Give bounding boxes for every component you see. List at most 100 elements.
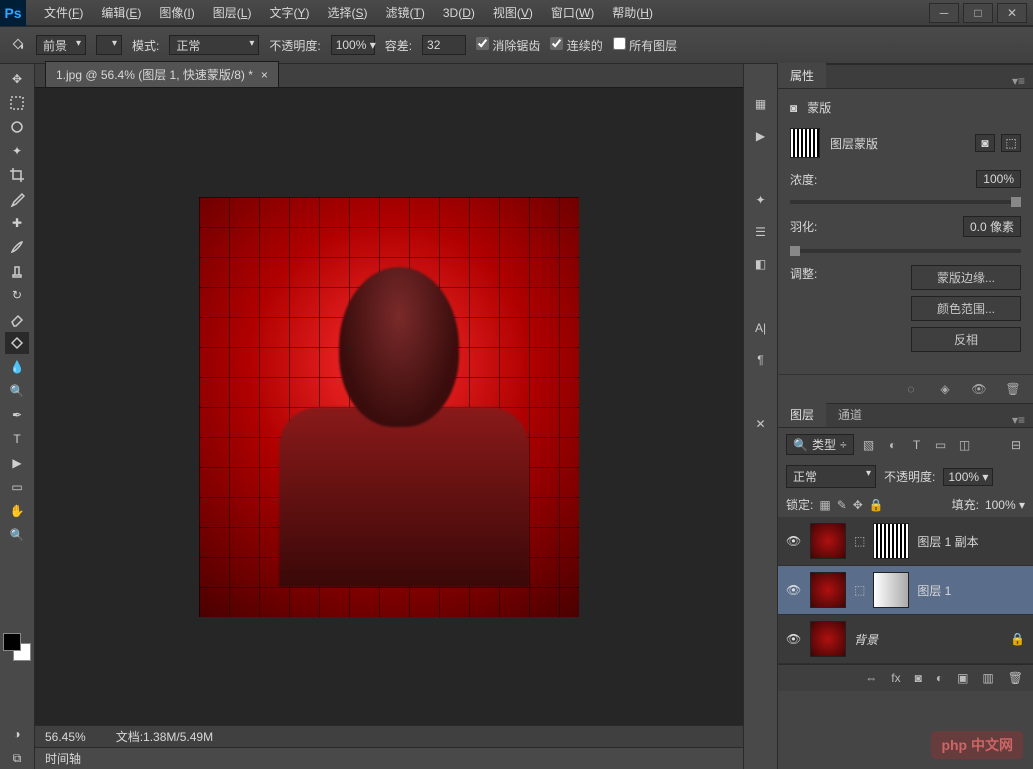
- canvas[interactable]: [199, 197, 579, 617]
- maximize-button[interactable]: □: [963, 3, 993, 23]
- new-group-icon[interactable]: ▣: [957, 671, 968, 685]
- mask-thumbnail[interactable]: [873, 523, 909, 559]
- filter-adjust-icon[interactable]: ◐: [884, 436, 902, 454]
- filter-pixel-icon[interactable]: ▧: [860, 436, 878, 454]
- link-layers-icon[interactable]: ⇔: [865, 671, 877, 685]
- layer-name[interactable]: 图层 1 副本: [917, 533, 1025, 550]
- brush-tool[interactable]: [5, 236, 29, 258]
- docinfo-readout[interactable]: 文档:1.38M/5.49M: [116, 728, 213, 745]
- lock-position-icon[interactable]: ✥: [853, 498, 863, 512]
- menu-select[interactable]: 选择(S): [319, 0, 375, 25]
- pen-tool[interactable]: ✒: [5, 404, 29, 426]
- fill-source-dropdown[interactable]: 前景: [36, 35, 86, 55]
- healing-brush-tool[interactable]: ✚: [5, 212, 29, 234]
- menu-3d[interactable]: 3D(D): [435, 2, 483, 24]
- all-layers-checkbox[interactable]: 所有图层: [613, 37, 677, 54]
- eyedropper-tool[interactable]: [5, 188, 29, 210]
- menu-filter[interactable]: 滤镜(T): [378, 0, 433, 25]
- menu-edit[interactable]: 编辑(E): [93, 0, 149, 25]
- filter-kind-dropdown[interactable]: 🔍 类型 ÷: [786, 434, 854, 455]
- type-tool[interactable]: T: [5, 428, 29, 450]
- close-button[interactable]: ✕: [997, 3, 1027, 23]
- add-mask-icon[interactable]: ◙: [915, 671, 922, 685]
- channels-tab[interactable]: 通道: [826, 402, 874, 427]
- mask-thumbnail[interactable]: [790, 128, 820, 158]
- vector-mask-icon[interactable]: ⬚: [1001, 134, 1021, 152]
- swatches-icon[interactable]: ✦: [751, 190, 771, 210]
- layer-row[interactable]: 👁 ⬚ 图层 1 副本: [778, 517, 1033, 566]
- delete-layer-icon[interactable]: 🗑: [1008, 671, 1023, 685]
- mask-link-icon[interactable]: ⬚: [854, 583, 865, 597]
- apply-mask-icon[interactable]: ◈: [937, 381, 953, 397]
- mask-link-icon[interactable]: ⬚: [854, 534, 865, 548]
- layer-row[interactable]: 👁 ⬚ 图层 1: [778, 566, 1033, 615]
- layer-thumbnail[interactable]: [810, 523, 846, 559]
- antialias-checkbox[interactable]: 消除锯齿: [476, 37, 540, 54]
- clone-stamp-tool[interactable]: [5, 260, 29, 282]
- magic-wand-tool[interactable]: ✦: [5, 140, 29, 162]
- visibility-toggle[interactable]: 👁: [786, 534, 802, 548]
- paragraph-icon[interactable]: ¶: [751, 350, 771, 370]
- quickmask-toggle[interactable]: ◑: [5, 723, 29, 745]
- menu-layer[interactable]: 图层(L): [205, 0, 260, 25]
- layer-fx-icon[interactable]: fx: [891, 671, 900, 685]
- invert-button[interactable]: 反相: [911, 327, 1021, 352]
- dodge-tool[interactable]: 🔍: [5, 380, 29, 402]
- feather-value[interactable]: 0.0 像素: [963, 216, 1021, 237]
- opacity-input[interactable]: 100% ▾: [331, 35, 375, 55]
- tolerance-input[interactable]: 32: [422, 35, 466, 55]
- filter-type-icon[interactable]: T: [908, 436, 926, 454]
- paint-bucket-tool[interactable]: [5, 332, 29, 354]
- pattern-picker[interactable]: [96, 35, 122, 55]
- lock-pixels-icon[interactable]: ✎: [837, 498, 847, 512]
- adjustments-icon[interactable]: ◧: [751, 254, 771, 274]
- timeline-panel-tab[interactable]: 时间轴: [35, 747, 743, 769]
- density-value[interactable]: 100%: [976, 170, 1021, 188]
- character-icon[interactable]: A|: [751, 318, 771, 338]
- new-adjust-icon[interactable]: ◐: [936, 671, 943, 685]
- fg-color-swatch[interactable]: [3, 633, 21, 651]
- move-tool[interactable]: ✥: [5, 68, 29, 90]
- marquee-tool[interactable]: [5, 92, 29, 114]
- blend-mode-dropdown[interactable]: 正常: [786, 465, 876, 488]
- blur-tool[interactable]: 💧: [5, 356, 29, 378]
- properties-tab[interactable]: 属性: [778, 63, 826, 88]
- eraser-tool[interactable]: [5, 308, 29, 330]
- hand-tool[interactable]: ✋: [5, 500, 29, 522]
- visibility-toggle[interactable]: 👁: [786, 632, 802, 646]
- panel-menu-icon[interactable]: ▾≡: [1004, 74, 1033, 88]
- new-layer-icon[interactable]: ▥: [982, 671, 993, 685]
- layer-thumbnail[interactable]: [810, 572, 846, 608]
- layer-thumbnail[interactable]: [810, 621, 846, 657]
- fill-input[interactable]: 100% ▾: [985, 498, 1025, 512]
- zoom-tool[interactable]: 🔍: [5, 524, 29, 546]
- load-selection-icon[interactable]: ◌: [903, 381, 919, 397]
- zoom-readout[interactable]: 56.45%: [45, 730, 86, 744]
- minimize-button[interactable]: ─: [929, 3, 959, 23]
- visibility-toggle[interactable]: 👁: [786, 583, 802, 597]
- canvas-area[interactable]: [35, 88, 743, 725]
- feather-slider[interactable]: [790, 249, 1021, 253]
- menu-window[interactable]: 窗口(W): [543, 0, 602, 25]
- mask-edge-button[interactable]: 蒙版边缘...: [911, 265, 1021, 290]
- pixel-mask-icon[interactable]: ◙: [975, 134, 995, 152]
- history-brush-tool[interactable]: ↻: [5, 284, 29, 306]
- crop-tool[interactable]: [5, 164, 29, 186]
- menu-help[interactable]: 帮助(H): [604, 0, 661, 25]
- navigator-icon[interactable]: ▶: [751, 126, 771, 146]
- tools-presets-icon[interactable]: ✕: [751, 414, 771, 434]
- filter-toggle[interactable]: ⊟: [1007, 436, 1025, 454]
- filter-smart-icon[interactable]: ◫: [956, 436, 974, 454]
- styles-icon[interactable]: ☰: [751, 222, 771, 242]
- document-tab[interactable]: 1.jpg @ 56.4% (图层 1, 快速蒙版/8) * ×: [45, 61, 279, 87]
- histogram-icon[interactable]: ▦: [751, 94, 771, 114]
- lock-transparent-icon[interactable]: ▦: [819, 498, 830, 512]
- delete-mask-icon[interactable]: 🗑: [1005, 381, 1021, 397]
- disable-mask-icon[interactable]: 👁: [971, 381, 987, 397]
- color-swatches[interactable]: [3, 633, 31, 661]
- shape-tool[interactable]: ▭: [5, 476, 29, 498]
- filter-shape-icon[interactable]: ▭: [932, 436, 950, 454]
- screenmode-toggle[interactable]: ⧉: [5, 747, 29, 769]
- menu-file[interactable]: 文件(F): [36, 0, 91, 25]
- density-slider[interactable]: [790, 200, 1021, 204]
